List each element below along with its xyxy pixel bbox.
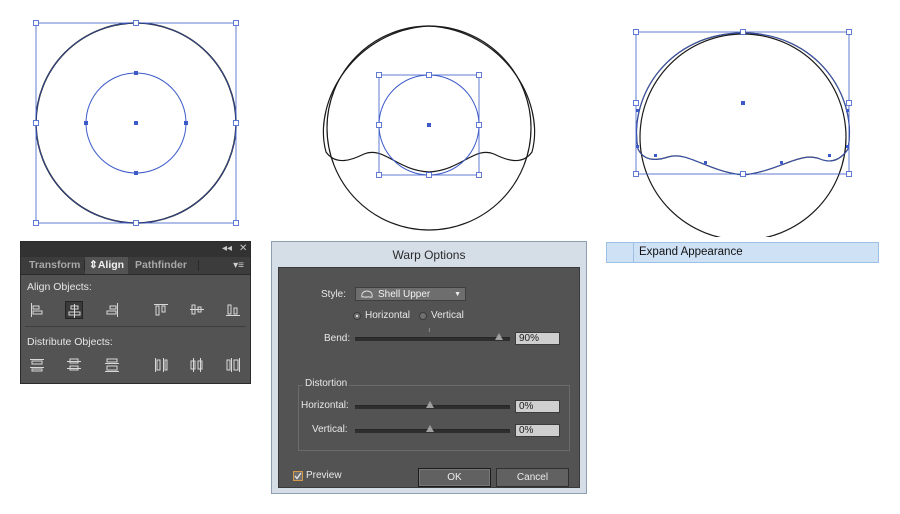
style-dropdown[interactable]: Shell Upper ▼	[355, 287, 466, 301]
ok-button[interactable]: OK	[418, 468, 491, 487]
vertical-radio[interactable]	[419, 312, 427, 320]
vertical-distortion-thumb[interactable]	[426, 425, 434, 432]
section-divider	[25, 326, 246, 327]
tab-pathfinder[interactable]: Pathfinder	[129, 257, 193, 274]
menu-item-expand-appearance[interactable]: Expand Appearance	[606, 242, 879, 263]
shell-upper-icon	[361, 290, 373, 299]
menu-icon-gutter	[633, 243, 634, 262]
checkmark-icon	[294, 472, 302, 480]
style-dropdown-value: Shell Upper	[378, 289, 431, 300]
horizontal-distortion-thumb[interactable]	[426, 401, 434, 408]
dialog-body: Style: Shell Upper ▼ Horizontal Vertical…	[278, 267, 580, 488]
panel-menu-icon[interactable]: ▾≡	[233, 260, 244, 271]
panel-title-bar: ◂◂ ✕	[21, 242, 250, 257]
vertical-radio-label: Vertical	[431, 310, 464, 321]
tab-separator	[198, 260, 199, 271]
horizontal-radio-label: Horizontal	[365, 310, 411, 321]
tab-align-label: Align	[97, 259, 125, 271]
horizontal-distortion-field[interactable]: 0%	[515, 400, 560, 413]
horizontal-align-right-icon[interactable]	[103, 301, 121, 319]
horizontal-distortion-label: Horizontal:	[301, 400, 349, 411]
horizontal-distribute-left-icon[interactable]	[152, 356, 170, 374]
preview-checkbox[interactable]	[293, 471, 303, 481]
vertical-distribute-center-icon[interactable]	[65, 356, 83, 374]
style-label: Style:	[321, 289, 347, 300]
preview-label: Preview	[306, 470, 342, 481]
bend-center-tick	[429, 328, 430, 332]
horizontal-radio[interactable]	[353, 312, 361, 320]
distortion-label: Distortion	[303, 378, 350, 389]
menu-item-label: Expand Appearance	[639, 246, 743, 258]
artwork-warp-preview[interactable]	[316, 20, 546, 232]
vertical-distribute-top-icon[interactable]	[28, 356, 46, 374]
bend-value-field[interactable]: 90%	[515, 332, 560, 345]
vertical-align-bottom-icon[interactable]	[224, 301, 242, 319]
horizontal-align-center-icon[interactable]	[65, 301, 83, 319]
distortion-group	[298, 385, 570, 451]
tab-transform[interactable]: Transform	[23, 257, 86, 274]
bend-label: Bend:	[324, 333, 351, 344]
align-panel: ◂◂ ✕ Transform ⇕Align Pathfinder ▾≡ Alig…	[20, 241, 251, 384]
vertical-align-top-icon[interactable]	[152, 301, 170, 319]
bend-slider-thumb[interactable]	[495, 333, 503, 340]
horizontal-align-left-icon[interactable]	[28, 301, 46, 319]
panel-tab-bar: Transform ⇕Align Pathfinder ▾≡	[21, 257, 250, 275]
artwork-concentric-circles[interactable]	[30, 17, 242, 229]
warp-options-dialog: Warp Options Style: Shell Upper ▼ Horizo…	[271, 241, 587, 494]
artwork-expanded-shape[interactable]	[630, 25, 858, 237]
close-panel-icon[interactable]: ✕	[239, 243, 247, 254]
vertical-distribute-bottom-icon[interactable]	[103, 356, 121, 374]
align-objects-label: Align Objects:	[27, 281, 92, 293]
horizontal-distribute-center-icon[interactable]	[188, 356, 206, 374]
chevron-down-icon: ▼	[454, 291, 461, 298]
cancel-button[interactable]: Cancel	[496, 468, 569, 487]
vertical-align-center-icon[interactable]	[188, 301, 206, 319]
bend-slider[interactable]	[355, 337, 510, 341]
up-down-arrows-icon: ⇕	[89, 259, 98, 271]
vertical-distortion-label: Vertical:	[312, 424, 348, 435]
horizontal-distribute-right-icon[interactable]	[224, 356, 242, 374]
distribute-objects-label: Distribute Objects:	[27, 336, 113, 348]
tab-align[interactable]: ⇕Align	[85, 257, 128, 274]
dialog-title: Warp Options	[392, 248, 466, 262]
collapse-panel-icon[interactable]: ◂◂	[222, 243, 232, 254]
vertical-distortion-field[interactable]: 0%	[515, 424, 560, 437]
